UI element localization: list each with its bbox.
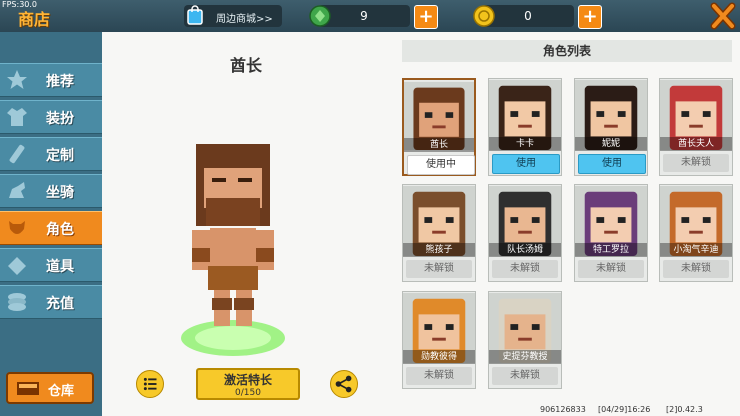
character-card-name: 史提芬教授: [489, 350, 561, 364]
box-icon: [17, 382, 39, 395]
character-status-button: 未解锁: [663, 154, 729, 172]
character-status-button: 未解锁: [578, 260, 644, 278]
sidebar-item-recharge[interactable]: 充值: [0, 285, 102, 319]
character-card[interactable]: 小淘气辛迪 未解锁: [659, 184, 733, 282]
recharge-icon: [8, 293, 26, 311]
sidebar-item-label: 推荐: [46, 74, 74, 90]
timestamp: [04/29]16:26: [598, 405, 651, 414]
shopping-bag-icon: [187, 5, 203, 25]
character-card[interactable]: 卡卡 使用: [488, 78, 562, 176]
sidebar-item-customize[interactable]: 定制: [0, 137, 102, 171]
character-model[interactable]: [178, 138, 288, 360]
character-card[interactable]: 队长汤姆 未解锁: [488, 184, 562, 282]
character-card-name: 勋教彼得: [403, 350, 475, 364]
character-card-name: 特工罗拉: [575, 243, 647, 257]
close-icon[interactable]: [708, 2, 738, 30]
character-card-name: 酋长夫人: [660, 137, 732, 151]
character-card[interactable]: 史提芬教授 未解锁: [488, 291, 562, 389]
sidebar-item-recommend[interactable]: 推荐: [0, 63, 102, 97]
character-icon: [9, 221, 25, 234]
top-bar: FPS:30.0 商店 周边商城>> 9 + 0 +: [0, 0, 740, 32]
character-card-name: 酋长: [404, 138, 474, 152]
share-icon: [335, 375, 352, 393]
character-status-button[interactable]: 使用中: [407, 155, 475, 175]
sidebar-item-character[interactable]: 角色: [0, 211, 102, 245]
character-card[interactable]: 酋长 使用中: [402, 78, 476, 176]
recommend-icon: [7, 70, 27, 89]
gem-icon: [309, 5, 331, 27]
character-card[interactable]: 妮妮 使用: [574, 78, 648, 176]
character-card-name: 妮妮: [575, 137, 647, 151]
warehouse-label: 仓库: [48, 384, 75, 399]
sidebar-item-label: 坐骑: [46, 185, 74, 201]
sidebar-item-label: 道具: [46, 259, 74, 275]
sidebar-item-label: 定制: [46, 148, 74, 164]
character-card[interactable]: 勋教彼得 未解锁: [402, 291, 476, 389]
character-card-name: 小淘气辛迪: [660, 243, 732, 257]
outfit-icon: [7, 108, 27, 126]
user-id: 906126833: [540, 405, 586, 414]
character-status-button: 未解锁: [492, 260, 558, 278]
character-status-button: 未解锁: [492, 367, 558, 385]
list-button[interactable]: [136, 370, 164, 398]
sidebar-item-outfit[interactable]: 装扮: [0, 100, 102, 134]
activate-skill-label: 激活特长: [223, 373, 272, 387]
add-coins-button[interactable]: +: [578, 5, 602, 29]
character-card-name: 熊孩子: [403, 243, 475, 257]
character-list-title: 角色列表: [402, 40, 732, 62]
character-card[interactable]: 熊孩子 未解锁: [402, 184, 476, 282]
coin-icon: [473, 5, 495, 27]
props-icon: [8, 257, 26, 275]
character-card-name: 队长汤姆: [489, 243, 561, 257]
sidebar-item-mount[interactable]: 坐骑: [0, 174, 102, 208]
character-status-button: 未解锁: [663, 260, 729, 278]
customize-icon: [9, 144, 25, 164]
character-card[interactable]: 酋长夫人 未解锁: [659, 78, 733, 176]
character-status-button: 未解锁: [406, 367, 472, 385]
character-card-name: 卡卡: [489, 137, 561, 151]
activate-skill-button[interactable]: 激活特长 0/150: [196, 368, 300, 400]
warehouse-button[interactable]: 仓库: [6, 372, 94, 404]
add-gems-button[interactable]: +: [414, 5, 438, 29]
version-label: [2]0.42.3: [666, 405, 703, 414]
character-status-button: 未解锁: [406, 260, 472, 278]
sidebar-item-label: 充值: [46, 296, 74, 312]
activate-skill-progress: 0/150: [235, 388, 261, 398]
mall-link-label: 周边商城>>: [216, 14, 273, 25]
mall-link-button[interactable]: 周边商城>>: [184, 5, 282, 27]
sidebar: 推荐 装扮 定制 坐骑 角色 道具 充值 仓库: [0, 32, 102, 416]
share-button[interactable]: [330, 370, 358, 398]
mount-icon: [9, 182, 25, 198]
character-status-button[interactable]: 使用: [492, 154, 560, 174]
character-status-button[interactable]: 使用: [578, 154, 646, 174]
page-title: 商店: [18, 10, 51, 29]
character-name: 酋长: [230, 56, 263, 75]
character-card[interactable]: 特工罗拉 未解锁: [574, 184, 648, 282]
sidebar-item-props[interactable]: 道具: [0, 248, 102, 282]
sidebar-item-label: 角色: [46, 222, 74, 238]
list-icon: [143, 377, 157, 391]
sidebar-item-label: 装扮: [46, 111, 74, 127]
